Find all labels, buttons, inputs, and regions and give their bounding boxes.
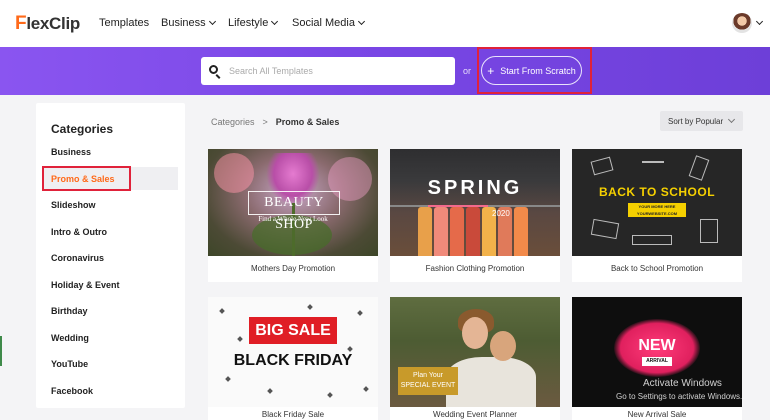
category-business[interactable]: Business [51, 147, 91, 157]
thumb-subtitle: Find a Whole New Look [258, 215, 328, 223]
thumb-subtitle: BLACK FRIDAY [233, 352, 353, 369]
category-youtube[interactable]: YouTube [51, 359, 88, 369]
template-card-back-to-school[interactable]: BACK TO SCHOOL YOUR MORE HERE YOURWEBSIT… [572, 149, 742, 256]
nav-social-media[interactable]: Social Media [292, 17, 366, 29]
template-thumbnail: BIG SALE BLACK FRIDAY [208, 297, 378, 407]
breadcrumb-separator: > [262, 117, 268, 127]
template-card-fashion[interactable]: SPRING 2020 [390, 149, 560, 256]
logo-text: lexClip [26, 14, 80, 33]
breadcrumb-current: Promo & Sales [275, 117, 340, 127]
nav-templates-label: Templates [99, 17, 150, 29]
chevron-down-icon [357, 17, 366, 26]
chevron-down-icon [208, 17, 216, 26]
nav-lifestyle-label: Lifestyle [228, 17, 269, 29]
search-box[interactable] [201, 57, 455, 85]
thumb-title: NEW [638, 337, 676, 354]
template-thumbnail: BACK TO SCHOOL YOUR MORE HERE YOURWEBSIT… [572, 149, 742, 256]
breadcrumb-root[interactable]: Categories [211, 117, 255, 127]
search-input[interactable] [229, 57, 449, 85]
promo-highlight-box [42, 166, 131, 191]
chevron-down-icon [727, 115, 736, 124]
thumb-subtitle: SPECIAL EVENT [400, 382, 456, 389]
activate-windows-title: Activate Windows [643, 378, 722, 389]
nav-business[interactable]: Business [161, 17, 216, 29]
thumb-title: BIG SALE [249, 317, 337, 344]
thumb-subtitle: ARRIVAL [642, 357, 672, 366]
logo-mark: F [15, 13, 27, 34]
template-thumbnail: Plan Your SPECIAL EVENT [390, 297, 560, 407]
thumb-title: BACK TO SCHOOL [598, 185, 716, 199]
user-avatar[interactable] [732, 13, 752, 33]
template-caption: New Arrival Sale [627, 410, 687, 419]
template-caption[interactable]: Mothers Day Promotion [208, 264, 378, 273]
category-intro-outro[interactable]: Intro & Outro [51, 227, 107, 237]
thumb-label: Plan Your SPECIAL EVENT [398, 367, 458, 395]
thumb-title: SPRING [427, 177, 523, 199]
template-caption: Black Friday Sale [261, 410, 325, 419]
template-card-wedding[interactable]: Plan Your SPECIAL EVENT Wedding Event Pl… [390, 297, 560, 420]
template-caption: Wedding Event Planner [433, 410, 517, 419]
thumb-title: Plan Your [413, 372, 443, 379]
scratch-highlight-box [477, 47, 592, 94]
template-thumbnail: BEAUTY SHOP Find a Whole New Look [208, 149, 378, 256]
category-coronavirus[interactable]: Coronavirus [51, 253, 104, 263]
activate-windows-subtitle: Go to Settings to activate Windows. [616, 392, 743, 401]
template-card-mothers-day[interactable]: BEAUTY SHOP Find a Whole New Look [208, 149, 378, 256]
chevron-down-icon[interactable] [755, 17, 764, 26]
nav-templates[interactable]: Templates [99, 17, 149, 29]
thumb-subtitle: YOUR MORE HERE YOURWEBSITE.COM [628, 203, 686, 217]
search-icon [209, 65, 218, 74]
breadcrumb: Categories > Promo & Sales [211, 117, 339, 127]
category-slideshow[interactable]: Slideshow [51, 200, 96, 210]
side-edge-marker [0, 336, 2, 366]
template-caption[interactable]: Fashion Clothing Promotion [390, 264, 560, 273]
category-birthday[interactable]: Birthday [51, 306, 88, 316]
flexclip-logo[interactable]: F lexClip [15, 13, 80, 35]
nav-business-label: Business [161, 17, 206, 29]
nav-lifestyle[interactable]: Lifestyle [228, 17, 279, 29]
chevron-down-icon [271, 17, 279, 26]
category-wedding[interactable]: Wedding [51, 333, 89, 343]
template-card-new-arrival[interactable]: NEW ARRIVAL New Arrival Sale [572, 297, 742, 420]
or-text: or [463, 66, 472, 76]
category-holiday-event[interactable]: Holiday & Event [51, 280, 120, 290]
category-facebook[interactable]: Facebook [51, 386, 93, 396]
top-navbar: F lexClip Templates Business Lifestyle S… [0, 0, 770, 47]
thumb-subtitle: 2020 [492, 209, 510, 218]
sort-dropdown[interactable]: Sort by Popular [660, 111, 743, 131]
categories-title: Categories [51, 122, 114, 136]
sort-label: Sort by Popular [668, 116, 724, 126]
template-thumbnail: NEW ARRIVAL [572, 297, 742, 407]
template-caption[interactable]: Back to School Promotion [572, 264, 742, 273]
template-thumbnail: SPRING 2020 [390, 149, 560, 256]
thumb-title: BEAUTY SHOP [248, 191, 340, 232]
nav-social-media-label: Social Media [292, 17, 355, 29]
template-card-black-friday[interactable]: BIG SALE BLACK FRIDAY Black Friday Sale [208, 297, 378, 420]
